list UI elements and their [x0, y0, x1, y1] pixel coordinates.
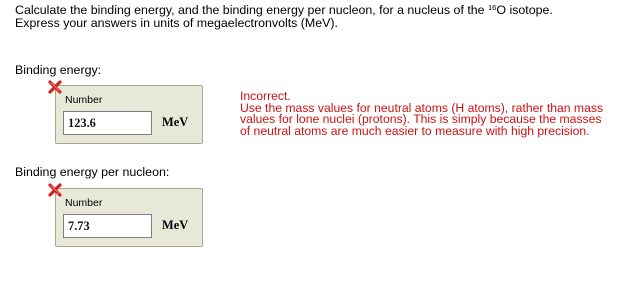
binding-energy-per-nucleon-label: Binding energy per nucleon: [15, 165, 170, 179]
question-text: Calculate the binding energy, and the bi… [15, 4, 615, 29]
question-line-1: Calculate the binding energy, and the bi… [15, 4, 615, 17]
binding-energy-input[interactable]: 123.6 [63, 111, 152, 135]
binding-energy-per-nucleon-answer-panel: Number 7.73 MeV [55, 188, 203, 247]
question-line-1-start: Calculate the binding energy, and the bi… [15, 3, 489, 17]
feedback-line-3: of neutral atoms are much easier to meas… [240, 123, 590, 138]
incorrect-x-icon [48, 183, 62, 197]
binding-energy-unit: MeV [162, 115, 189, 129]
binding-energy-per-nucleon-unit: MeV [162, 218, 189, 232]
question-line-1-end: isotope. [506, 3, 553, 17]
question-line-2: Express your answers in units of megaele… [15, 15, 338, 30]
incorrect-feedback: Incorrect. Use the mass values for neutr… [240, 90, 620, 138]
binding-energy-label: Binding energy: [15, 63, 102, 77]
isotope-symbol: O [496, 3, 506, 17]
binding-energy-per-nucleon-input-caption: Number [65, 197, 103, 209]
binding-energy-input-caption: Number [65, 94, 103, 106]
incorrect-x-icon [48, 80, 62, 94]
binding-energy-answer-panel: Number 123.6 MeV [55, 85, 203, 144]
binding-energy-per-nucleon-input[interactable]: 7.73 [63, 214, 152, 238]
